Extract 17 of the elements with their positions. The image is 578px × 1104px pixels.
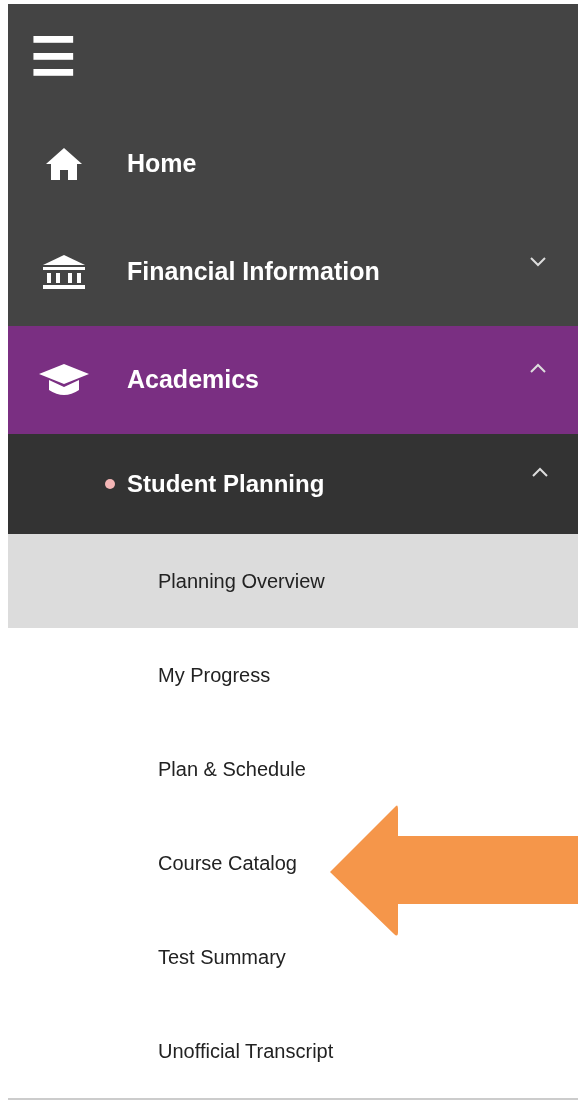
nav-label: Academics xyxy=(127,364,260,396)
nav-subitem[interactable]: Student Planning xyxy=(8,434,578,534)
bank-icon xyxy=(40,253,87,291)
subitem-label: Student Planning xyxy=(127,469,325,499)
nav-label: Home xyxy=(127,148,197,180)
nav-link[interactable]: Unofficial Transcript xyxy=(158,1036,334,1066)
nav-link[interactable]: My Progress xyxy=(158,660,271,690)
nav-link[interactable]: Test Summary xyxy=(158,942,286,972)
bullet-icon xyxy=(105,479,115,489)
nav-item[interactable]: Financial Information xyxy=(8,218,578,326)
nav-link[interactable]: Plan & Schedule xyxy=(158,754,306,784)
nav-link[interactable]: Course Catalog xyxy=(158,848,297,878)
nav-link[interactable]: Planning Overview xyxy=(158,566,325,596)
nav-label: Financial Information xyxy=(127,256,380,288)
nav-item[interactable]: Academics xyxy=(8,326,578,434)
menu-button[interactable]: ☰ xyxy=(30,31,77,83)
nav-item[interactable]: Home xyxy=(8,110,578,218)
